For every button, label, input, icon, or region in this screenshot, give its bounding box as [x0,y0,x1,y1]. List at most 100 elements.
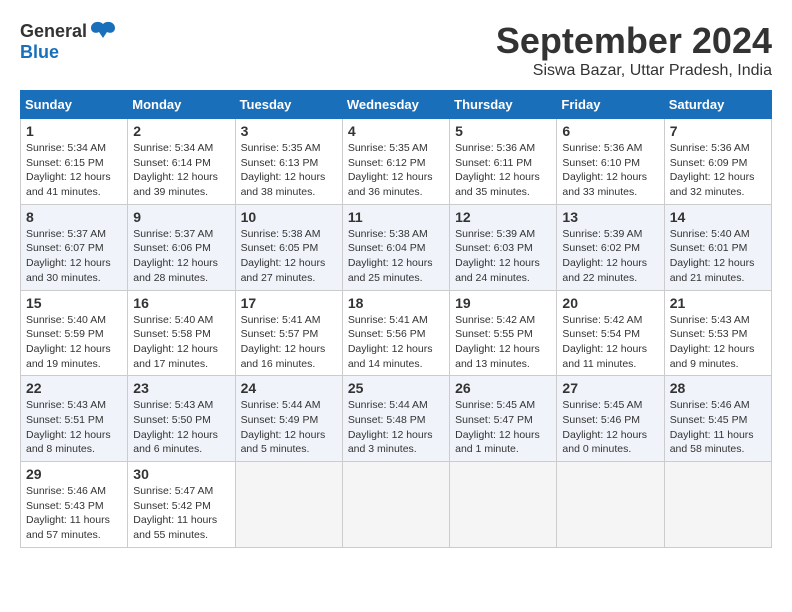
day-info: Sunrise: 5:42 AM Sunset: 5:55 PM Dayligh… [455,313,551,372]
day-info: Sunrise: 5:43 AM Sunset: 5:53 PM Dayligh… [670,313,766,372]
day-number: 15 [26,295,122,311]
day-info: Sunrise: 5:36 AM Sunset: 6:10 PM Dayligh… [562,141,658,200]
col-thursday: Thursday [450,91,557,119]
day-info: Sunrise: 5:35 AM Sunset: 6:13 PM Dayligh… [241,141,337,200]
day-info: Sunrise: 5:37 AM Sunset: 6:07 PM Dayligh… [26,227,122,286]
day-number: 14 [670,209,766,225]
page-header: General Blue September 2024 Siswa Bazar,… [20,20,772,80]
logo: General Blue [20,20,117,63]
logo-general-text: General [20,21,87,42]
table-row [235,462,342,548]
day-info: Sunrise: 5:47 AM Sunset: 5:42 PM Dayligh… [133,484,229,543]
table-row: 26 Sunrise: 5:45 AM Sunset: 5:47 PM Dayl… [450,376,557,462]
day-info: Sunrise: 5:38 AM Sunset: 6:05 PM Dayligh… [241,227,337,286]
table-row: 17 Sunrise: 5:41 AM Sunset: 5:57 PM Dayl… [235,290,342,376]
day-number: 6 [562,123,658,139]
table-row: 9 Sunrise: 5:37 AM Sunset: 6:06 PM Dayli… [128,204,235,290]
table-row: 15 Sunrise: 5:40 AM Sunset: 5:59 PM Dayl… [21,290,128,376]
day-number: 26 [455,380,551,396]
day-number: 2 [133,123,229,139]
day-number: 24 [241,380,337,396]
calendar-row: 8 Sunrise: 5:37 AM Sunset: 6:07 PM Dayli… [21,204,772,290]
day-number: 4 [348,123,444,139]
table-row [557,462,664,548]
table-row: 30 Sunrise: 5:47 AM Sunset: 5:42 PM Dayl… [128,462,235,548]
day-info: Sunrise: 5:35 AM Sunset: 6:12 PM Dayligh… [348,141,444,200]
day-info: Sunrise: 5:41 AM Sunset: 5:56 PM Dayligh… [348,313,444,372]
day-info: Sunrise: 5:39 AM Sunset: 6:03 PM Dayligh… [455,227,551,286]
table-row: 16 Sunrise: 5:40 AM Sunset: 5:58 PM Dayl… [128,290,235,376]
day-info: Sunrise: 5:40 AM Sunset: 6:01 PM Dayligh… [670,227,766,286]
day-info: Sunrise: 5:45 AM Sunset: 5:46 PM Dayligh… [562,398,658,457]
day-info: Sunrise: 5:43 AM Sunset: 5:51 PM Dayligh… [26,398,122,457]
table-row: 25 Sunrise: 5:44 AM Sunset: 5:48 PM Dayl… [342,376,449,462]
day-number: 1 [26,123,122,139]
table-row: 20 Sunrise: 5:42 AM Sunset: 5:54 PM Dayl… [557,290,664,376]
day-number: 11 [348,209,444,225]
day-info: Sunrise: 5:44 AM Sunset: 5:49 PM Dayligh… [241,398,337,457]
col-sunday: Sunday [21,91,128,119]
table-row: 14 Sunrise: 5:40 AM Sunset: 6:01 PM Dayl… [664,204,771,290]
logo-bird-icon [89,20,117,42]
day-number: 8 [26,209,122,225]
table-row: 28 Sunrise: 5:46 AM Sunset: 5:45 PM Dayl… [664,376,771,462]
day-info: Sunrise: 5:34 AM Sunset: 6:14 PM Dayligh… [133,141,229,200]
table-row: 21 Sunrise: 5:43 AM Sunset: 5:53 PM Dayl… [664,290,771,376]
table-row: 22 Sunrise: 5:43 AM Sunset: 5:51 PM Dayl… [21,376,128,462]
day-number: 21 [670,295,766,311]
day-info: Sunrise: 5:37 AM Sunset: 6:06 PM Dayligh… [133,227,229,286]
table-row: 5 Sunrise: 5:36 AM Sunset: 6:11 PM Dayli… [450,119,557,205]
col-friday: Friday [557,91,664,119]
title-area: September 2024 Siswa Bazar, Uttar Prades… [496,20,772,80]
table-row: 11 Sunrise: 5:38 AM Sunset: 6:04 PM Dayl… [342,204,449,290]
day-number: 18 [348,295,444,311]
table-row: 8 Sunrise: 5:37 AM Sunset: 6:07 PM Dayli… [21,204,128,290]
day-number: 28 [670,380,766,396]
day-info: Sunrise: 5:46 AM Sunset: 5:43 PM Dayligh… [26,484,122,543]
calendar-row: 29 Sunrise: 5:46 AM Sunset: 5:43 PM Dayl… [21,462,772,548]
table-row: 29 Sunrise: 5:46 AM Sunset: 5:43 PM Dayl… [21,462,128,548]
day-number: 25 [348,380,444,396]
day-info: Sunrise: 5:39 AM Sunset: 6:02 PM Dayligh… [562,227,658,286]
table-row: 7 Sunrise: 5:36 AM Sunset: 6:09 PM Dayli… [664,119,771,205]
location-title: Siswa Bazar, Uttar Pradesh, India [496,62,772,80]
day-number: 30 [133,466,229,482]
table-row: 19 Sunrise: 5:42 AM Sunset: 5:55 PM Dayl… [450,290,557,376]
day-number: 22 [26,380,122,396]
day-info: Sunrise: 5:38 AM Sunset: 6:04 PM Dayligh… [348,227,444,286]
table-row: 24 Sunrise: 5:44 AM Sunset: 5:49 PM Dayl… [235,376,342,462]
day-info: Sunrise: 5:41 AM Sunset: 5:57 PM Dayligh… [241,313,337,372]
col-wednesday: Wednesday [342,91,449,119]
day-info: Sunrise: 5:40 AM Sunset: 5:58 PM Dayligh… [133,313,229,372]
table-row [342,462,449,548]
table-row [450,462,557,548]
day-number: 12 [455,209,551,225]
table-row: 12 Sunrise: 5:39 AM Sunset: 6:03 PM Dayl… [450,204,557,290]
day-number: 7 [670,123,766,139]
day-number: 20 [562,295,658,311]
table-row: 23 Sunrise: 5:43 AM Sunset: 5:50 PM Dayl… [128,376,235,462]
day-info: Sunrise: 5:44 AM Sunset: 5:48 PM Dayligh… [348,398,444,457]
table-row: 2 Sunrise: 5:34 AM Sunset: 6:14 PM Dayli… [128,119,235,205]
day-number: 29 [26,466,122,482]
calendar-row: 22 Sunrise: 5:43 AM Sunset: 5:51 PM Dayl… [21,376,772,462]
day-info: Sunrise: 5:46 AM Sunset: 5:45 PM Dayligh… [670,398,766,457]
day-info: Sunrise: 5:42 AM Sunset: 5:54 PM Dayligh… [562,313,658,372]
table-row: 27 Sunrise: 5:45 AM Sunset: 5:46 PM Dayl… [557,376,664,462]
month-title: September 2024 [496,20,772,62]
table-row: 10 Sunrise: 5:38 AM Sunset: 6:05 PM Dayl… [235,204,342,290]
day-info: Sunrise: 5:34 AM Sunset: 6:15 PM Dayligh… [26,141,122,200]
table-row [664,462,771,548]
day-number: 17 [241,295,337,311]
logo-blue-text: Blue [20,42,59,62]
table-row: 1 Sunrise: 5:34 AM Sunset: 6:15 PM Dayli… [21,119,128,205]
col-tuesday: Tuesday [235,91,342,119]
table-row: 13 Sunrise: 5:39 AM Sunset: 6:02 PM Dayl… [557,204,664,290]
day-number: 27 [562,380,658,396]
day-number: 13 [562,209,658,225]
table-row: 18 Sunrise: 5:41 AM Sunset: 5:56 PM Dayl… [342,290,449,376]
calendar-row: 1 Sunrise: 5:34 AM Sunset: 6:15 PM Dayli… [21,119,772,205]
day-number: 3 [241,123,337,139]
col-monday: Monday [128,91,235,119]
day-info: Sunrise: 5:45 AM Sunset: 5:47 PM Dayligh… [455,398,551,457]
